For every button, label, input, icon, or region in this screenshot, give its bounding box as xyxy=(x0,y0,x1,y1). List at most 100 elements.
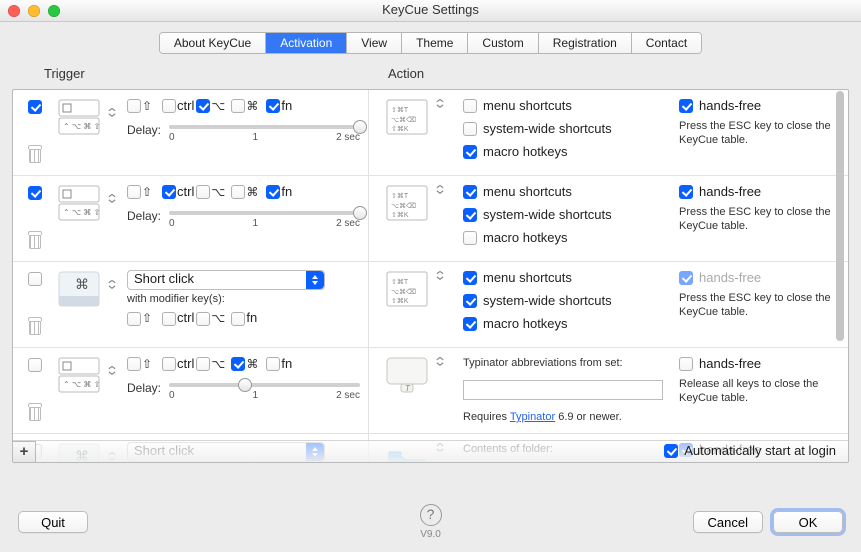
row1-menu-checkbox[interactable] xyxy=(463,185,477,199)
command-icon: ⌘ xyxy=(246,99,264,115)
trigger-stepper[interactable] xyxy=(105,365,119,385)
row0-trig-option-checkbox[interactable] xyxy=(196,99,210,113)
action-cell: menu shortcuts system-wide shortcuts mac… xyxy=(369,90,848,175)
trigger-stepper[interactable] xyxy=(105,107,119,127)
shift-icon: ⇧ xyxy=(142,357,160,373)
zoom-icon[interactable] xyxy=(48,5,60,17)
tab-about-keycue[interactable]: About KeyCue xyxy=(160,33,266,53)
action-stepper[interactable] xyxy=(433,270,447,290)
dropdown-toggle-icon[interactable] xyxy=(306,271,324,289)
delete-row-button[interactable] xyxy=(27,145,43,163)
handsfree-label: hands-free xyxy=(699,184,761,201)
row0-handsfree-checkbox[interactable] xyxy=(679,99,693,113)
row1-system-checkbox[interactable] xyxy=(463,208,477,222)
action-keycue-icon xyxy=(385,184,429,222)
row2-menu-checkbox[interactable] xyxy=(463,271,477,285)
help-icon[interactable]: ? xyxy=(420,504,442,526)
action-keycue-icon xyxy=(385,98,429,136)
row3-trig-command-checkbox[interactable] xyxy=(231,357,245,371)
tick-2: 2 sec xyxy=(336,389,360,402)
tab-theme[interactable]: Theme xyxy=(402,33,468,53)
tab-custom[interactable]: Custom xyxy=(468,33,538,53)
row2-trig-fn-checkbox[interactable] xyxy=(231,312,245,326)
scrollbar[interactable] xyxy=(833,91,847,439)
row0-menu-checkbox[interactable] xyxy=(463,99,477,113)
typinator-set-field[interactable] xyxy=(463,380,663,400)
row2-trig-ctrl-checkbox[interactable] xyxy=(162,312,176,326)
row0-macro-checkbox[interactable] xyxy=(463,145,477,159)
tab-view[interactable]: View xyxy=(347,33,402,53)
row1-trig-ctrl-checkbox[interactable] xyxy=(162,185,176,199)
row3-trig-ctrl-checkbox[interactable] xyxy=(162,357,176,371)
trigger-cell: ⇧ctrl⌥⌘fn Delay: 0 1 2 sec xyxy=(57,90,369,175)
activation-row: ⇧ctrl⌥⌘fn Delay: 0 1 2 sec menu shortcut… xyxy=(13,90,848,176)
row2-handsfree-checkbox[interactable] xyxy=(679,271,693,285)
row3-delay-slider[interactable] xyxy=(169,383,360,387)
row3-handsfree-checkbox[interactable] xyxy=(679,357,693,371)
row1-trig-option-checkbox[interactable] xyxy=(196,185,210,199)
row0-delay: Delay: 0 1 2 sec xyxy=(127,119,360,144)
menu-shortcuts-label: menu shortcuts xyxy=(483,184,572,201)
header-action: Action xyxy=(372,66,845,83)
tick-1: 1 xyxy=(253,389,259,402)
row0-trig-ctrl-checkbox[interactable] xyxy=(162,99,176,113)
macro-hotkeys-label: macro hotkeys xyxy=(483,230,568,247)
row1-trig-shift-checkbox[interactable] xyxy=(127,185,141,199)
row1-delay-slider[interactable] xyxy=(169,211,360,215)
delete-row-button[interactable] xyxy=(27,403,43,421)
slider-thumb[interactable] xyxy=(353,120,367,134)
row0-system-checkbox[interactable] xyxy=(463,122,477,136)
row2-trigger-mode-dropdown[interactable]: Short click xyxy=(127,270,325,290)
help: ? V9.0 xyxy=(420,504,442,541)
quit-button[interactable]: Quit xyxy=(18,511,88,533)
row0-trig-fn-checkbox[interactable] xyxy=(266,99,280,113)
row1-handsfree-checkbox[interactable] xyxy=(679,185,693,199)
action-cell: menu shortcuts system-wide shortcuts mac… xyxy=(369,176,848,261)
row3-trig-shift-checkbox[interactable] xyxy=(127,357,141,371)
menu-shortcuts-label: menu shortcuts xyxy=(483,98,572,115)
delete-row-button[interactable] xyxy=(27,231,43,249)
row2-system-checkbox[interactable] xyxy=(463,294,477,308)
row1-macro-checkbox[interactable] xyxy=(463,231,477,245)
action-stepper[interactable] xyxy=(433,98,447,118)
delete-row-button[interactable] xyxy=(27,317,43,335)
activation-row: ⇧ctrl⌥⌘fn Delay: 0 1 2 sec Typinator abb… xyxy=(13,348,848,434)
delay-label: Delay: xyxy=(127,209,161,225)
close-icon[interactable] xyxy=(8,5,20,17)
row3-trig-fn-checkbox[interactable] xyxy=(266,357,280,371)
with-modifiers-label: with modifier key(s): xyxy=(127,292,360,306)
action-stepper[interactable] xyxy=(433,184,447,204)
tab-activation[interactable]: Activation xyxy=(266,33,347,53)
row3-trig-option-checkbox[interactable] xyxy=(196,357,210,371)
tab-contact[interactable]: Contact xyxy=(632,33,701,53)
row0-enabled-checkbox[interactable] xyxy=(28,100,42,114)
trigger-stepper[interactable] xyxy=(105,193,119,213)
row2-enabled-checkbox[interactable] xyxy=(28,272,42,286)
trigger-stepper[interactable] xyxy=(105,279,119,299)
handsfree-desc: Release all keys to close the KeyCue tab… xyxy=(679,377,838,406)
tab-registration[interactable]: Registration xyxy=(539,33,632,53)
row0-trig-command-checkbox[interactable] xyxy=(231,99,245,113)
row1-trig-fn-checkbox[interactable] xyxy=(266,185,280,199)
row1-delay: Delay: 0 1 2 sec xyxy=(127,205,360,230)
add-row-button[interactable]: + xyxy=(12,441,36,463)
scroll-thumb[interactable] xyxy=(836,91,844,342)
ok-button[interactable]: OK xyxy=(773,511,843,533)
slider-thumb[interactable] xyxy=(238,378,252,392)
slider-thumb[interactable] xyxy=(353,206,367,220)
row2-trig-shift-checkbox[interactable] xyxy=(127,312,141,326)
typinator-link[interactable]: Typinator xyxy=(510,411,555,423)
row1-enabled-checkbox[interactable] xyxy=(28,186,42,200)
row0-trig-shift-checkbox[interactable] xyxy=(127,99,141,113)
action-stepper[interactable] xyxy=(433,356,447,376)
handsfree-label: hands-free xyxy=(699,356,761,373)
row2-macro-checkbox[interactable] xyxy=(463,317,477,331)
row0-delay-slider[interactable] xyxy=(169,125,360,129)
trigger-cell: ⇧ctrl⌥⌘fn Delay: 0 1 2 sec xyxy=(57,348,369,433)
row3-enabled-checkbox[interactable] xyxy=(28,358,42,372)
row2-trig-option-checkbox[interactable] xyxy=(196,312,210,326)
autostart-checkbox[interactable] xyxy=(664,444,678,458)
row1-trig-command-checkbox[interactable] xyxy=(231,185,245,199)
minimize-icon[interactable] xyxy=(28,5,40,17)
cancel-button[interactable]: Cancel xyxy=(693,511,763,533)
